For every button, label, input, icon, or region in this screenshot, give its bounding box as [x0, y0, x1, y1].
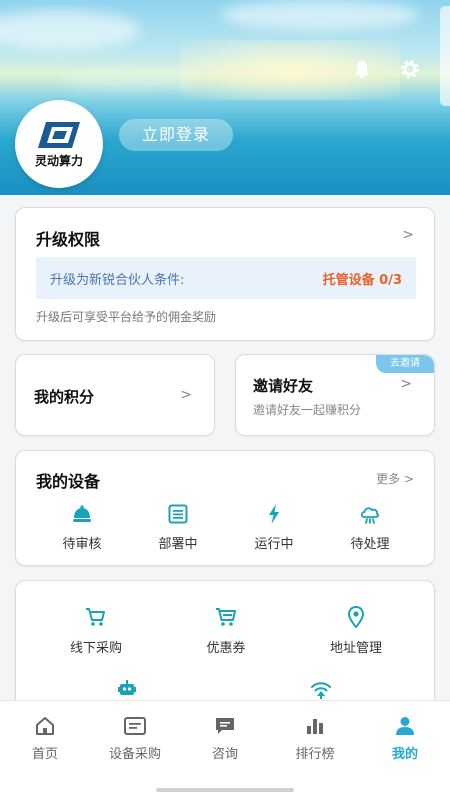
cloud-tools-icon: [360, 507, 379, 524]
brand-name: 灵动算力: [34, 153, 83, 168]
tab-label: 排行榜: [295, 747, 335, 762]
condition-label: 升级为新锐合伙人条件:: [50, 272, 185, 288]
lightning-icon: [269, 504, 279, 524]
service-address-management[interactable]: 地址管理: [306, 605, 406, 656]
notification-bell-icon[interactable]: [351, 58, 373, 80]
device-status-deploying[interactable]: 部署中: [138, 503, 218, 552]
tab-label: 设备采购: [108, 747, 161, 762]
service-coupons[interactable]: 优惠券: [176, 605, 276, 656]
upgrade-title: 升级权限: [36, 230, 101, 249]
devices-title: 我的设备: [36, 472, 101, 491]
robot-icon: [118, 680, 136, 695]
home-indicator: [156, 788, 294, 792]
location-pin-icon: [347, 605, 365, 629]
wifi-upload-icon: [311, 682, 331, 699]
invite-title: 邀请好友: [253, 377, 314, 395]
tab-leaderboard[interactable]: 排行榜: [270, 715, 360, 762]
device-status-label: 部署中: [158, 537, 198, 552]
service-offline-purchase[interactable]: 线下采购: [46, 605, 146, 656]
service-wifi-upload[interactable]: [271, 677, 371, 701]
tab-consult[interactable]: 咨询: [180, 715, 270, 762]
device-status-pending-review[interactable]: 待审核: [42, 503, 122, 552]
device-status-running[interactable]: 运行中: [234, 503, 314, 552]
settings-gear-icon[interactable]: [399, 58, 421, 80]
chevron-right-icon: >: [400, 376, 412, 392]
avatar[interactable]: 灵动算力: [15, 100, 103, 188]
upgrade-note: 升级后可享受平台给予的佣金奖励: [36, 310, 217, 324]
cloud: [60, 70, 200, 90]
tab-label: 咨询: [211, 747, 238, 762]
device-status-label: 待处理: [350, 537, 390, 552]
bottom-tab-bar: 首页 设备采购 咨询 排行榜 我的: [0, 700, 450, 800]
cloud: [220, 0, 420, 30]
device-status-label: 运行中: [254, 537, 294, 552]
service-label: 线下采购: [69, 641, 122, 656]
chevron-right-icon: >: [180, 387, 192, 403]
login-button[interactable]: 立即登录: [119, 119, 233, 151]
home-icon: [36, 717, 54, 735]
service-robot[interactable]: [77, 677, 177, 701]
device-status-pending-handling[interactable]: 待处理: [330, 503, 410, 552]
invite-subtitle: 邀请好友一起赚积分: [253, 403, 362, 417]
bell-icon: [73, 505, 91, 522]
scroll-handle[interactable]: [440, 6, 450, 106]
shopping-cart-icon: [216, 608, 236, 626]
brand-logo-icon: [38, 121, 80, 148]
points-title: 我的积分: [34, 388, 95, 406]
cart-icon: [86, 608, 105, 626]
upgrade-card[interactable]: 升级权限 > 升级为新锐合伙人条件: 托管设备 0/3 升级后可享受平台给予的佣…: [15, 207, 435, 341]
invite-badge[interactable]: 去邀请: [376, 355, 434, 373]
service-label: 地址管理: [329, 641, 382, 656]
tab-mine[interactable]: 我的: [360, 715, 450, 762]
user-icon: [396, 717, 414, 735]
service-label: 优惠券: [206, 641, 246, 656]
points-card[interactable]: 我的积分 >: [15, 354, 215, 436]
card-icon: [124, 717, 146, 735]
devices-more-link[interactable]: 更多 >: [376, 470, 414, 487]
tab-home[interactable]: 首页: [0, 715, 90, 762]
upgrade-condition-bar: 升级为新锐合伙人条件: 托管设备 0/3: [36, 257, 416, 299]
tab-device-purchase[interactable]: 设备采购: [90, 715, 180, 762]
invite-card[interactable]: 去邀请 邀请好友 > 邀请好友一起赚积分: [235, 354, 435, 436]
chat-icon: [216, 718, 234, 734]
bar-chart-icon: [307, 719, 323, 734]
list-icon: [168, 504, 188, 524]
device-status-label: 待审核: [62, 537, 102, 552]
condition-value: 托管设备 0/3: [322, 272, 402, 288]
devices-card: 我的设备 更多 > 待审核 部署中 运行中 待处理: [15, 450, 435, 566]
cloud: [0, 10, 140, 50]
tab-label: 首页: [31, 747, 58, 762]
chevron-right-icon: >: [402, 227, 414, 243]
tab-label: 我的: [391, 747, 418, 762]
